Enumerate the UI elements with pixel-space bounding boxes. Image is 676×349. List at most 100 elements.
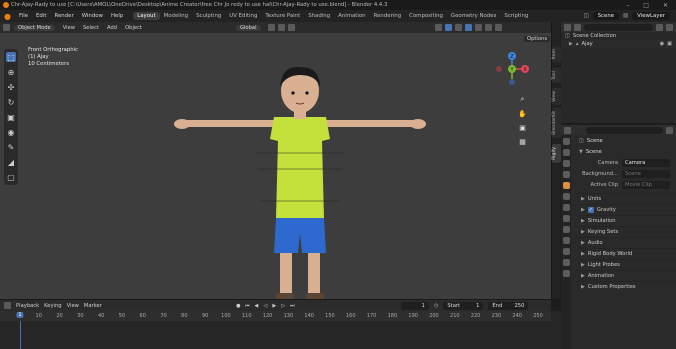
scene-selector[interactable]: Scene <box>592 12 620 20</box>
play-reverse-icon[interactable]: ◁ <box>262 302 269 309</box>
workspace-tab-compositing[interactable]: Compositing <box>405 12 447 20</box>
timeline-type-icon[interactable] <box>4 302 11 309</box>
ortho-grid-icon[interactable]: ▦ <box>518 137 527 146</box>
mode-dropdown[interactable]: Object Mode <box>14 24 55 31</box>
3d-viewport[interactable]: Front Orthographic (1) Ajay 10 Centimete… <box>0 33 551 299</box>
workspace-tab-texture-paint[interactable]: Texture Paint <box>261 12 304 20</box>
texture-tab-icon[interactable] <box>562 270 570 277</box>
current-frame-field[interactable]: 1 <box>400 301 429 310</box>
camera-restrict-icon[interactable]: ▣ <box>667 41 672 47</box>
subpanel-rigid-body-world[interactable]: ▶ Rigid Body World <box>575 248 676 259</box>
modifiers-tab-icon[interactable] <box>562 226 570 233</box>
n-tab-blenderkit[interactable]: BlenderKit <box>552 108 561 138</box>
navigation-gizmo[interactable]: X Z Y <box>492 49 532 89</box>
frame-ruler[interactable]: 1102030405060708090100110120130140150160… <box>0 311 551 321</box>
property-field[interactable]: Scene <box>622 169 670 178</box>
scale-tool-icon[interactable]: ▣ <box>6 112 16 122</box>
cursor-tool-icon[interactable]: ⊕ <box>6 67 16 77</box>
gizmo-toggle-icon[interactable] <box>444 24 452 31</box>
pan-hand-icon[interactable]: ✋ <box>518 109 527 118</box>
subpanel-keying-sets[interactable]: ▶ Keying Sets <box>575 226 676 237</box>
display-mode-icon[interactable] <box>574 23 581 31</box>
outliner-type-icon[interactable] <box>564 23 571 31</box>
menu-window[interactable]: Window <box>78 13 107 19</box>
next-key-icon[interactable]: ▷ <box>280 302 287 309</box>
camera-view-icon[interactable]: ▣ <box>518 123 527 132</box>
shading-solid-icon[interactable] <box>474 24 482 31</box>
subpanel-simulation[interactable]: ▶ Simulation <box>575 215 676 226</box>
subpanel-light-probes[interactable]: ▶ Light Probes <box>575 259 676 270</box>
expand-arrow-icon[interactable]: ▶ <box>569 41 573 47</box>
scene-panel-header[interactable]: ▼ Scene <box>575 146 676 157</box>
workspace-tab-modeling[interactable]: Modeling <box>160 12 193 20</box>
transform-tool-icon[interactable]: ◉ <box>6 127 16 137</box>
collection-tab-icon[interactable] <box>562 204 570 211</box>
viewport-menu-object[interactable]: Object <box>121 25 146 31</box>
rotate-tool-icon[interactable]: ↻ <box>6 97 16 107</box>
workspace-tab-uv-editing[interactable]: UV Editing <box>225 12 261 20</box>
object-tab-icon[interactable] <box>562 215 570 222</box>
editor-type-icon[interactable] <box>3 24 10 31</box>
hide-eye-icon[interactable]: ◉ <box>660 41 665 47</box>
subpanel-units[interactable]: ▶ Units <box>575 193 676 204</box>
render-tab-icon[interactable] <box>562 149 570 156</box>
subpanel-audio[interactable]: ▶ Audio <box>575 237 676 248</box>
properties-type-icon[interactable] <box>564 126 571 134</box>
maximize-icon[interactable]: □ <box>643 2 649 9</box>
n-tab-tool[interactable]: Tool <box>552 68 561 83</box>
play-icon[interactable]: ▶ <box>271 302 278 309</box>
viewport-menu-view[interactable]: View <box>59 25 79 31</box>
menu-file[interactable]: File <box>15 13 32 19</box>
workspace-tab-layout[interactable]: Layout <box>133 12 160 20</box>
subpanel-animation[interactable]: ▶ Animation <box>575 270 676 281</box>
jump-end-icon[interactable]: ⏭ <box>289 302 296 309</box>
shading-rendered-icon[interactable] <box>494 24 502 31</box>
menu-help[interactable]: Help <box>107 13 127 19</box>
options-dropdown[interactable]: Options <box>524 36 551 42</box>
prev-key-icon[interactable]: ◀ <box>253 302 260 309</box>
current-frame-marker[interactable]: 1 <box>16 312 24 318</box>
viewport-menu-select[interactable]: Select <box>79 25 103 31</box>
data-tab-icon[interactable] <box>562 259 570 266</box>
jump-start-icon[interactable]: ⏮ <box>244 302 251 309</box>
xray-icon[interactable] <box>464 24 472 31</box>
menu-edit[interactable]: Edit <box>32 13 50 19</box>
new-collection-icon[interactable] <box>666 23 673 31</box>
outliner-row-ajay[interactable]: ▶ ▴ Ajay ◉ ▣ <box>561 40 676 48</box>
zoom-icon[interactable]: ⌕ <box>518 95 527 104</box>
timeline-menu-keying[interactable]: Keying <box>44 303 61 309</box>
output-tab-icon[interactable] <box>562 160 570 167</box>
n-tab-view[interactable]: View <box>552 88 561 105</box>
tool-tab-icon[interactable] <box>562 138 570 145</box>
gravity-checkbox[interactable]: ✓ <box>587 207 594 213</box>
annotate-tool-icon[interactable]: ✎ <box>6 142 16 152</box>
shading-material-icon[interactable] <box>484 24 492 31</box>
playhead[interactable] <box>20 321 21 349</box>
end-frame-field[interactable]: End 250 <box>488 301 529 310</box>
record-icon[interactable]: ● <box>235 302 242 309</box>
property-field[interactable]: Movie Clip <box>622 180 670 189</box>
blender-menu-icon[interactable]: ● <box>3 12 12 21</box>
minimize-icon[interactable]: – <box>626 2 629 9</box>
outliner-row-scene-collection[interactable]: ◫ Scene Collection <box>561 32 676 40</box>
physics-tab-icon[interactable] <box>562 237 570 244</box>
snap-icon[interactable] <box>277 24 285 31</box>
timeline[interactable]: 1102030405060708090100110120130140150160… <box>0 311 561 349</box>
character-model[interactable] <box>170 63 430 299</box>
workspace-tab-sculpting[interactable]: Sculpting <box>192 12 225 20</box>
pivot-icon[interactable] <box>267 24 275 31</box>
pin-icon[interactable] <box>666 126 673 134</box>
measure-tool-icon[interactable]: ◢ <box>6 157 16 167</box>
proportional-edit-icon[interactable] <box>287 24 295 31</box>
timeline-menu-view[interactable]: View <box>67 303 79 309</box>
timeline-menu-marker[interactable]: Marker <box>84 303 102 309</box>
filter-icon[interactable] <box>656 23 663 31</box>
properties-search-field[interactable] <box>586 126 663 134</box>
workspace-tab-shading[interactable]: Shading <box>304 12 334 20</box>
move-tool-icon[interactable]: ✣ <box>6 82 16 92</box>
workspace-tab-animation[interactable]: Animation <box>334 12 369 20</box>
visibility-icon[interactable] <box>434 24 442 31</box>
n-tab-rigify[interactable]: Rigify <box>552 144 561 163</box>
n-tab-item[interactable]: Item <box>552 46 561 63</box>
start-frame-field[interactable]: Start 1 <box>443 301 484 310</box>
